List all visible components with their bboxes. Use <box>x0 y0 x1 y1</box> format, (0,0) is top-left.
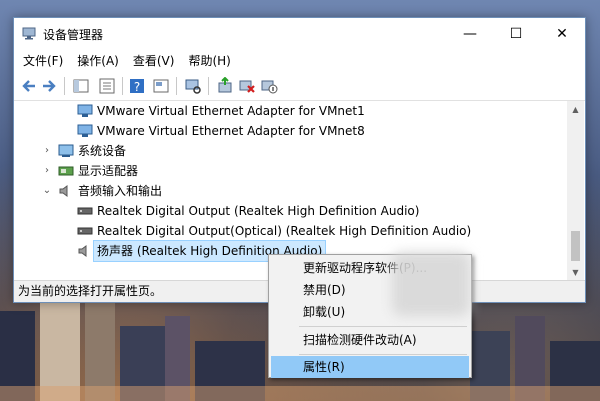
title-bar[interactable]: 设备管理器 — ☐ ✕ <box>14 18 585 50</box>
help-icon[interactable]: ? <box>128 77 146 95</box>
menu-item-scan-hardware[interactable]: 扫描检测硬件改动(A) <box>271 329 469 351</box>
menu-separator <box>299 354 467 355</box>
device-manager-icon <box>22 27 36 40</box>
scan-hardware-icon[interactable] <box>184 77 202 95</box>
expand-system-devices-icon[interactable]: › <box>42 141 52 161</box>
speaker-icon <box>78 245 87 257</box>
scroll-down-icon[interactable]: ▼ <box>567 264 584 281</box>
menu-separator <box>299 326 467 327</box>
network-adapter-icon <box>77 124 93 137</box>
audio-device-icon <box>77 227 93 235</box>
menu-action[interactable]: 操作(A) <box>70 50 126 72</box>
system-devices-icon <box>58 144 74 157</box>
toolbar-separator <box>122 77 123 95</box>
toolbar-separator <box>64 77 65 95</box>
view-icon[interactable] <box>152 77 170 95</box>
display-adapter-icon <box>58 166 74 176</box>
toolbar-separator <box>176 77 177 95</box>
update-driver-icon[interactable] <box>216 77 234 95</box>
close-button[interactable]: ✕ <box>539 18 585 50</box>
properties-pane-icon[interactable] <box>72 77 90 95</box>
svg-text:?: ? <box>134 80 140 94</box>
uninstall-icon[interactable] <box>238 77 256 95</box>
maximize-button[interactable]: ☐ <box>493 18 539 50</box>
back-icon[interactable] <box>20 77 38 95</box>
menu-bar: 文件(F) 操作(A) 查看(V) 帮助(H) <box>14 50 585 72</box>
speaker-icon <box>59 185 68 197</box>
forward-icon[interactable] <box>40 77 58 95</box>
close-icon: ✕ <box>556 26 568 42</box>
scrollbar-thumb[interactable] <box>571 231 580 261</box>
network-adapter-icon <box>77 104 93 117</box>
disable-icon[interactable] <box>260 77 278 95</box>
toolbar: ? <box>14 72 585 101</box>
menu-help[interactable]: 帮助(H) <box>181 50 237 72</box>
menu-view[interactable]: 查看(V) <box>126 50 182 72</box>
list-icon[interactable] <box>98 77 116 95</box>
blurred-overlay <box>392 252 470 316</box>
menu-file[interactable]: 文件(F) <box>14 50 70 72</box>
toolbar-separator <box>208 77 209 95</box>
minimize-button[interactable]: — <box>447 18 493 50</box>
collapse-audio-io-icon[interactable]: ⌄ <box>42 181 52 201</box>
audio-device-icon <box>77 207 93 215</box>
menu-item-properties[interactable]: 属性(R) <box>271 356 469 378</box>
expand-display-adapters-icon[interactable]: › <box>42 161 52 181</box>
minimize-icon: — <box>463 26 477 42</box>
window-title: 设备管理器 <box>43 28 104 42</box>
maximize-icon: ☐ <box>509 26 523 42</box>
vertical-scrollbar[interactable]: ▲ ▼ <box>567 101 584 281</box>
scroll-up-icon[interactable]: ▲ <box>567 101 584 118</box>
